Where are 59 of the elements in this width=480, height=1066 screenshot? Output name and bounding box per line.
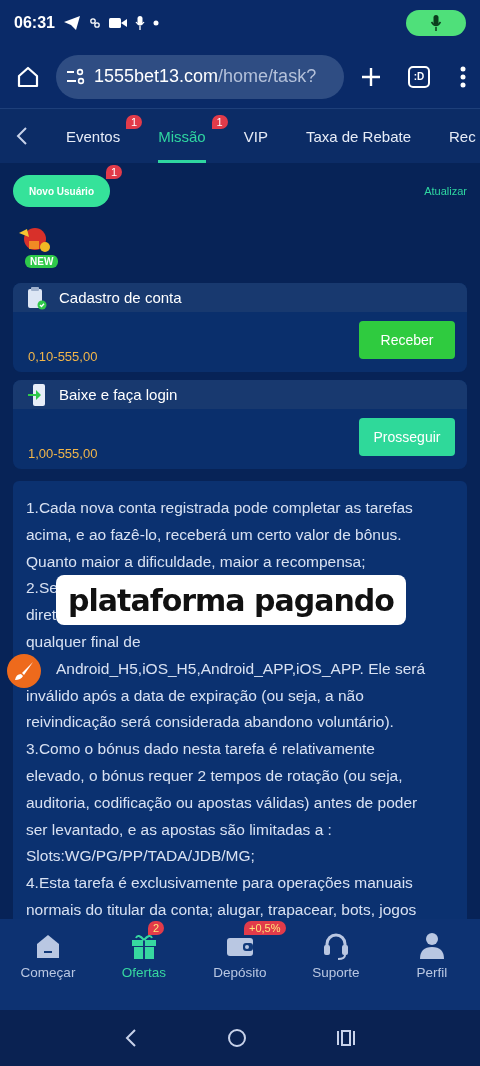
rules-text: 2.Se [26, 578, 58, 599]
recent-apps-icon[interactable] [335, 1029, 356, 1047]
rules-text: qualquer final de [26, 632, 141, 652]
microphone-icon [134, 15, 145, 30]
video-camera-icon [108, 16, 127, 29]
rules-text: Quanto maior a dificuldade, maior a recompensa; [26, 551, 366, 572]
microphone-indicator [406, 9, 466, 36]
rules-text: acima, e ao fazê-lo, receberá um certo valor de bônus. [26, 524, 402, 545]
home-button-icon[interactable] [227, 1028, 247, 1048]
back-icon[interactable] [124, 1028, 139, 1048]
caption-overlay: plataforma pagando [56, 575, 406, 625]
task-title: Cadastro de conta [59, 289, 182, 306]
phone-download-icon [27, 382, 47, 407]
nav-item[interactable]: Começar [0, 919, 96, 1010]
home-icon [35, 933, 61, 959]
rules-text: elevado, o bónus requer 2 tempos de rotação (ou seja, [26, 765, 403, 786]
nav-item[interactable]: Suporte [288, 919, 384, 1010]
tab[interactable]: Rec [449, 109, 476, 163]
brush-button[interactable] [7, 654, 41, 688]
rules-text: normais do titular da conta; alugar, trapacear, bots, jogos [26, 899, 417, 919]
nav-item[interactable]: +0,5% Depósito [192, 919, 288, 1010]
home-icon[interactable] [16, 64, 40, 89]
more-icon[interactable] [460, 65, 466, 88]
send-icon [62, 14, 81, 31]
rules-text: 3.Como o bónus dado nesta tarefa é relativamente [26, 739, 375, 760]
tab[interactable]: VIP [243, 109, 268, 163]
nav-item[interactable]: 2 Ofertas [96, 919, 192, 1010]
address-field[interactable]: 1555bet13.com/home/task? [56, 54, 344, 99]
nav-item[interactable]: Perfil [384, 919, 480, 1010]
site-settings-icon[interactable] [66, 67, 86, 86]
gift-icon [130, 932, 158, 960]
count-badge: +0,5% [244, 921, 286, 935]
person-icon [419, 932, 445, 960]
rules-text: Android_H5,iOS_H5,Android_APP,iOS_APP. Ele será [55, 658, 426, 679]
rules-text: 1.Cada nova conta registrada pode completar as tarefas [26, 498, 413, 518]
count-badge: 1 [126, 115, 143, 129]
plus-icon[interactable] [360, 65, 382, 88]
task-title: Baixe e faça login [59, 386, 178, 403]
tab[interactable]: Taxa de Rebate [305, 109, 411, 163]
status-time: 06:31 [14, 13, 55, 32]
back-icon[interactable] [16, 126, 28, 146]
rules-text: auditoria, codificação ou apostas válidas) antes de poder [26, 792, 418, 813]
count-badge: 2 [148, 921, 165, 935]
new-badge: NEW [25, 255, 59, 268]
count-badge: 1 [211, 115, 228, 129]
rules-text: reivindicação será considerada abandono voluntário). [26, 712, 394, 733]
headset-icon [323, 932, 349, 960]
rules-text: 4.Esta tarefa é exclusivamente para operações manuais [26, 873, 413, 894]
tab-switcher-button[interactable]: :D [408, 65, 430, 88]
count-badge: 1 [105, 165, 122, 179]
reward-range: 1,00-555,00 [28, 446, 98, 461]
rules-text: inválido após a data de expiração (ou seja, a não [26, 685, 364, 706]
clipboard-check-icon [27, 285, 47, 310]
reward-range: 0,10-555,00 [28, 349, 98, 364]
dot-icon [152, 19, 159, 26]
rules-text: diret [26, 605, 57, 626]
rules-text: Slots:WG/PG/PP/TADA/JDB/MG; [26, 846, 255, 867]
rules-text: ser levantado, e as apostas são limitadas a : [26, 819, 332, 840]
refresh-link[interactable]: Atualizar [424, 185, 467, 197]
